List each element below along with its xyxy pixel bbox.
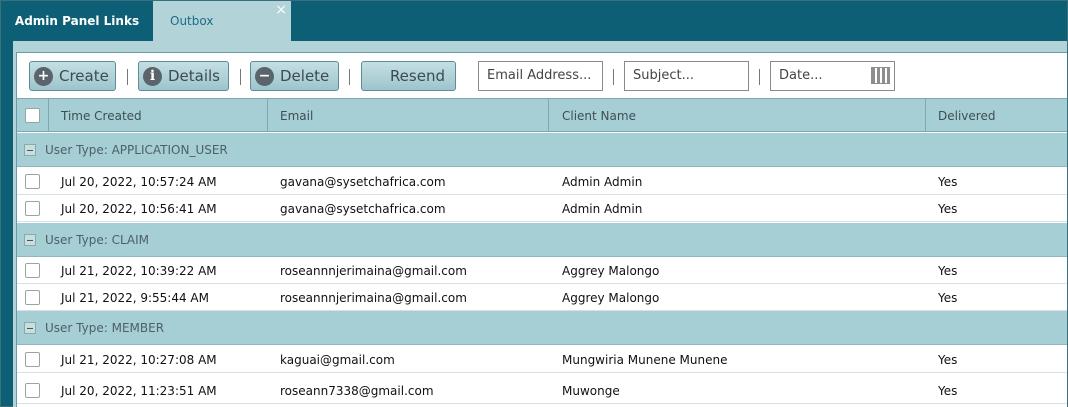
toolbar-divider (240, 69, 241, 85)
table-row[interactable]: Jul 20, 2022, 10:56:41 AM gavana@sysetch… (17, 195, 1067, 222)
toolbar-divider (759, 69, 760, 85)
row-checkbox-cell (25, 346, 40, 373)
delivered-cell: Yes (938, 383, 958, 398)
group-label: User Type: APPLICATION_USER (45, 142, 228, 157)
delete-button[interactable]: − Delete (250, 61, 339, 91)
tab-outbox[interactable]: Outbox × (153, 1, 291, 41)
time-created-cell: Jul 20, 2022, 10:57:24 AM (61, 174, 217, 189)
client-name-cell: Aggrey Malongo (562, 290, 660, 305)
toolbar: + Create i Details − Delete Resend Email… (17, 53, 1067, 98)
time-created-cell: Jul 21, 2022, 9:55:44 AM (61, 290, 209, 305)
row-checkbox[interactable] (25, 174, 40, 189)
group-header[interactable]: User Type: MEMBER (17, 311, 1067, 345)
details-button[interactable]: i Details (138, 61, 229, 91)
group-header[interactable]: User Type: APPLICATION_USER (17, 133, 1067, 167)
email-cell: roseannnjerimaina@gmail.com (280, 263, 467, 278)
subject-filter[interactable]: Subject... (624, 61, 749, 91)
row-checkbox[interactable] (25, 201, 40, 216)
client-name-cell: Admin Admin (562, 201, 643, 216)
column-label: Delivered (938, 108, 996, 123)
row-checkbox-cell (25, 284, 40, 311)
collapse-icon[interactable] (24, 233, 36, 246)
tab-admin-panel-links[interactable]: Admin Panel Links (1, 1, 153, 41)
resend-label: Resend (389, 67, 445, 85)
row-checkbox-cell (25, 168, 40, 195)
row-checkbox[interactable] (25, 352, 40, 367)
column-header-time-created[interactable]: Time Created (49, 99, 268, 132)
delivered-cell: Yes (938, 201, 958, 216)
resend-button[interactable]: Resend (361, 61, 456, 91)
time-created-cell: Jul 20, 2022, 11:23:51 AM (61, 383, 217, 398)
table-row[interactable]: Jul 20, 2022, 11:23:51 AM roseann7338@gm… (17, 377, 1067, 404)
select-all-cell (17, 99, 49, 132)
column-label: Email (280, 108, 314, 123)
column-header-delivered[interactable]: Delivered (926, 99, 1067, 132)
group-label: User Type: CLAIM (45, 232, 150, 247)
row-checkbox[interactable] (25, 263, 40, 278)
delivered-cell: Yes (938, 174, 958, 189)
grid-header: Time Created Email Client Name Delivered (17, 98, 1067, 132)
toolbar-divider (127, 69, 128, 85)
close-icon[interactable]: × (275, 3, 287, 17)
collapse-icon[interactable] (24, 143, 36, 156)
delivered-cell: Yes (938, 290, 958, 305)
email-cell: roseannnjerimaina@gmail.com (280, 290, 467, 305)
date-placeholder: Date... (779, 68, 823, 83)
table-row[interactable]: Jul 21, 2022, 10:27:08 AM kaguai@gmail.c… (17, 346, 1067, 373)
client-name-cell: Admin Admin (562, 174, 643, 189)
row-checkbox-cell (25, 195, 40, 222)
row-checkbox[interactable] (25, 383, 40, 398)
calendar-icon[interactable] (871, 67, 890, 84)
plus-icon: + (34, 66, 53, 86)
column-header-client-name[interactable]: Client Name (549, 99, 926, 132)
subject-placeholder: Subject... (633, 68, 694, 83)
collapse-icon[interactable] (24, 321, 36, 334)
tab-label: Admin Panel Links (14, 14, 140, 28)
info-icon: i (143, 66, 162, 86)
minus-icon: − (255, 66, 274, 86)
column-label: Client Name (562, 108, 636, 123)
email-address-filter[interactable]: Email Address... (478, 61, 603, 91)
delivered-cell: Yes (938, 352, 958, 367)
tab-bar: Admin Panel Links Outbox × (1, 1, 1067, 41)
details-label: Details (168, 67, 221, 85)
row-checkbox[interactable] (25, 290, 40, 305)
group-label: User Type: MEMBER (45, 320, 165, 335)
email-cell: gavana@sysetchafrica.com (280, 201, 446, 216)
group-header[interactable]: User Type: CLAIM (17, 223, 1067, 257)
client-name-cell: Muwonge (562, 383, 620, 398)
client-name-cell: Aggrey Malongo (562, 263, 660, 278)
toolbar-divider (613, 69, 614, 85)
table-row[interactable]: Jul 21, 2022, 10:39:22 AM roseannnjerima… (17, 257, 1067, 284)
table-row[interactable]: Jul 21, 2022, 9:55:44 AM roseannnjerimai… (17, 284, 1067, 311)
row-checkbox-cell (25, 257, 40, 284)
email-cell: gavana@sysetchafrica.com (280, 174, 446, 189)
table-row[interactable]: Jul 20, 2022, 10:57:24 AM gavana@sysetch… (17, 168, 1067, 195)
column-header-email[interactable]: Email (268, 99, 549, 132)
create-button[interactable]: + Create (29, 61, 116, 91)
create-label: Create (59, 67, 109, 85)
time-created-cell: Jul 21, 2022, 10:39:22 AM (61, 263, 217, 278)
tab-label: Outbox (170, 14, 214, 28)
date-filter[interactable]: Date... (770, 61, 895, 91)
email-cell: kaguai@gmail.com (280, 352, 395, 367)
client-name-cell: Mungwiria Munene Munene (562, 352, 728, 367)
toolbar-divider (349, 69, 350, 85)
column-label: Time Created (61, 108, 142, 123)
delete-label: Delete (280, 67, 330, 85)
time-created-cell: Jul 20, 2022, 10:56:41 AM (61, 201, 217, 216)
email-address-placeholder: Email Address... (487, 68, 592, 83)
email-cell: roseann7338@gmail.com (280, 383, 434, 398)
row-checkbox-cell (25, 377, 40, 404)
select-all-checkbox[interactable] (25, 108, 40, 123)
delivered-cell: Yes (938, 263, 958, 278)
time-created-cell: Jul 21, 2022, 10:27:08 AM (61, 352, 217, 367)
